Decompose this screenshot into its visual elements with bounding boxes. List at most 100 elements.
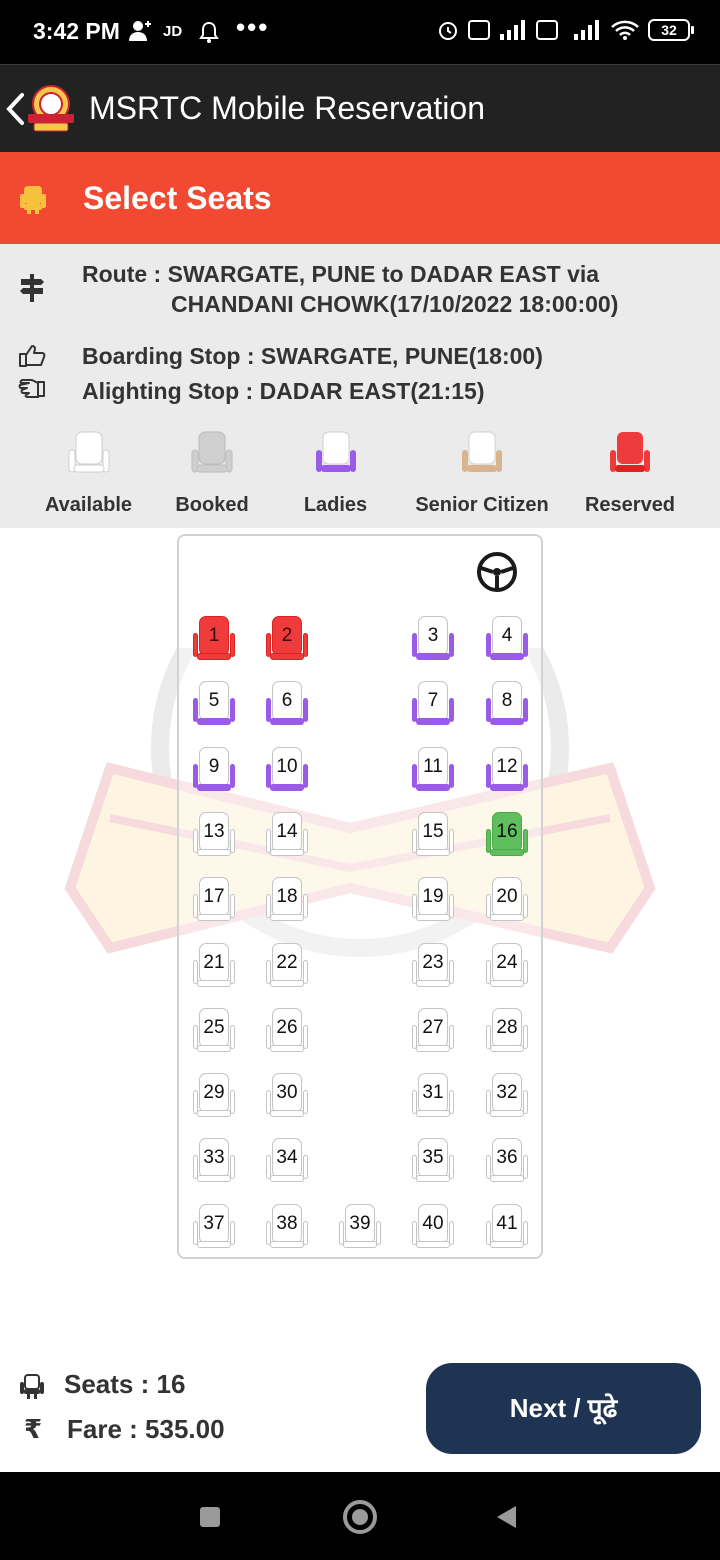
seat-29[interactable]: 29 bbox=[192, 1071, 236, 1119]
seat-28[interactable]: 28 bbox=[485, 1006, 529, 1054]
seat-number: 16 bbox=[496, 821, 518, 842]
seat-1[interactable]: 1 bbox=[192, 614, 236, 662]
seat-cushion bbox=[490, 980, 524, 987]
seat-25[interactable]: 25 bbox=[192, 1006, 236, 1054]
seat-33[interactable]: 33 bbox=[192, 1136, 236, 1184]
seat-6[interactable]: 6 bbox=[265, 679, 309, 727]
seat-number: 36 bbox=[496, 1147, 518, 1168]
seat-number: 28 bbox=[496, 1017, 518, 1038]
seat-cushion bbox=[197, 1241, 231, 1248]
more-dots: ••• bbox=[236, 12, 270, 42]
recent-apps-icon[interactable] bbox=[200, 1507, 220, 1527]
seat-8[interactable]: 8 bbox=[485, 679, 529, 727]
seat-39[interactable]: 39 bbox=[338, 1202, 382, 1250]
seat-37[interactable]: 37 bbox=[192, 1202, 236, 1250]
seat-cushion bbox=[416, 718, 450, 725]
volte-icon-2 bbox=[536, 20, 558, 40]
seat-7[interactable]: 7 bbox=[411, 679, 455, 727]
seat-number: 20 bbox=[496, 886, 518, 907]
seat-icon bbox=[462, 431, 502, 472]
chevron-left-icon[interactable] bbox=[4, 92, 26, 131]
seat-34[interactable]: 34 bbox=[265, 1136, 309, 1184]
seat-cushion bbox=[197, 718, 231, 725]
seat-13[interactable]: 13 bbox=[192, 810, 236, 858]
seat-cushion bbox=[270, 1241, 304, 1248]
back-triangle-icon[interactable] bbox=[497, 1506, 516, 1528]
carrier-label: JD bbox=[163, 23, 183, 40]
seat-number: 35 bbox=[422, 1147, 444, 1168]
home-icon[interactable] bbox=[343, 1500, 377, 1534]
seat-cushion bbox=[416, 914, 450, 921]
seat-icon bbox=[19, 184, 47, 219]
seat-cushion bbox=[197, 980, 231, 987]
seat-14[interactable]: 14 bbox=[265, 810, 309, 858]
seat-19[interactable]: 19 bbox=[411, 875, 455, 923]
seat-40[interactable]: 40 bbox=[411, 1202, 455, 1250]
seat-number: 14 bbox=[276, 821, 298, 842]
app-title: MSRTC Mobile Reservation bbox=[89, 90, 485, 126]
legend-label: Reserved bbox=[584, 494, 676, 516]
seat-4[interactable]: 4 bbox=[485, 614, 529, 662]
seat-36[interactable]: 36 bbox=[485, 1136, 529, 1184]
msrtc-logo bbox=[26, 84, 76, 134]
seat-cushion bbox=[270, 849, 304, 856]
seat-35[interactable]: 35 bbox=[411, 1136, 455, 1184]
seat-cushion bbox=[490, 718, 524, 725]
seat-number: 12 bbox=[496, 756, 518, 777]
seat-18[interactable]: 18 bbox=[265, 875, 309, 923]
seat-38[interactable]: 38 bbox=[265, 1202, 309, 1250]
seat-cushion bbox=[197, 1110, 231, 1117]
seat-cushion bbox=[343, 1241, 377, 1248]
signal-4g-icon bbox=[574, 20, 599, 40]
seat-20[interactable]: 20 bbox=[485, 875, 529, 923]
seats-count: Seats : 16 bbox=[64, 1369, 186, 1399]
page-title: Select Seats bbox=[83, 180, 272, 216]
seat-15[interactable]: 15 bbox=[411, 810, 455, 858]
seat-2[interactable]: 2 bbox=[265, 614, 309, 662]
legend-reserved: Reserved bbox=[583, 430, 677, 517]
seat-number: 8 bbox=[501, 690, 513, 711]
seat-number: 11 bbox=[423, 756, 443, 777]
seat-30[interactable]: 30 bbox=[265, 1071, 309, 1119]
seat-21[interactable]: 21 bbox=[192, 941, 236, 989]
trip-info-panel: Route : SWARGATE, PUNE to DADAR EAST via… bbox=[0, 244, 720, 528]
seat-number: 6 bbox=[281, 690, 293, 711]
seat-5[interactable]: 5 bbox=[192, 679, 236, 727]
seat-31[interactable]: 31 bbox=[411, 1071, 455, 1119]
seat-10[interactable]: 10 bbox=[265, 745, 309, 793]
seat-24[interactable]: 24 bbox=[485, 941, 529, 989]
route-text: Route : SWARGATE, PUNE to DADAR EAST via… bbox=[82, 259, 618, 319]
seat-11[interactable]: 11 bbox=[411, 745, 455, 793]
seat-cushion bbox=[416, 1175, 450, 1182]
seat-cushion bbox=[197, 914, 231, 921]
seat-cushion bbox=[490, 784, 524, 791]
seat-number: 34 bbox=[276, 1147, 298, 1168]
seat-number: 32 bbox=[496, 1082, 518, 1103]
seat-26[interactable]: 26 bbox=[265, 1006, 309, 1054]
legend-label: Booked bbox=[175, 494, 249, 516]
system-nav-bar bbox=[0, 1472, 720, 1560]
seat-cushion bbox=[197, 849, 231, 856]
seat-23[interactable]: 23 bbox=[411, 941, 455, 989]
seat-cushion bbox=[270, 718, 304, 725]
seat-27[interactable]: 27 bbox=[411, 1006, 455, 1054]
seat-cushion bbox=[490, 653, 524, 660]
seat-legend: Available Booked Ladies Senior Citizen R… bbox=[0, 430, 720, 528]
seat-22[interactable]: 22 bbox=[265, 941, 309, 989]
next-button[interactable]: Next / पूढे bbox=[426, 1363, 701, 1454]
seat-16[interactable]: 16 bbox=[485, 810, 529, 858]
seat-3[interactable]: 3 bbox=[411, 614, 455, 662]
seat-icon bbox=[191, 431, 233, 473]
seat-32[interactable]: 32 bbox=[485, 1071, 529, 1119]
seat-17[interactable]: 17 bbox=[192, 875, 236, 923]
seat-cushion bbox=[197, 653, 231, 660]
seat-icon bbox=[610, 432, 650, 472]
seat-41[interactable]: 41 bbox=[485, 1202, 529, 1250]
seat-cushion bbox=[490, 1175, 524, 1182]
seat-9[interactable]: 9 bbox=[192, 745, 236, 793]
seat-12[interactable]: 12 bbox=[485, 745, 529, 793]
seat-number: 10 bbox=[276, 756, 298, 777]
booking-summary: Seats : 16 ₹ Fare : 535.00 Next / पूढे bbox=[0, 1328, 720, 1472]
seat-cushion bbox=[416, 849, 450, 856]
seat-map-area: 1 2 3 4 5 6 7 8 9 10 11 12 13 14 15 16 17 18 19 20 21 22 23 24 2… bbox=[0, 528, 720, 1328]
